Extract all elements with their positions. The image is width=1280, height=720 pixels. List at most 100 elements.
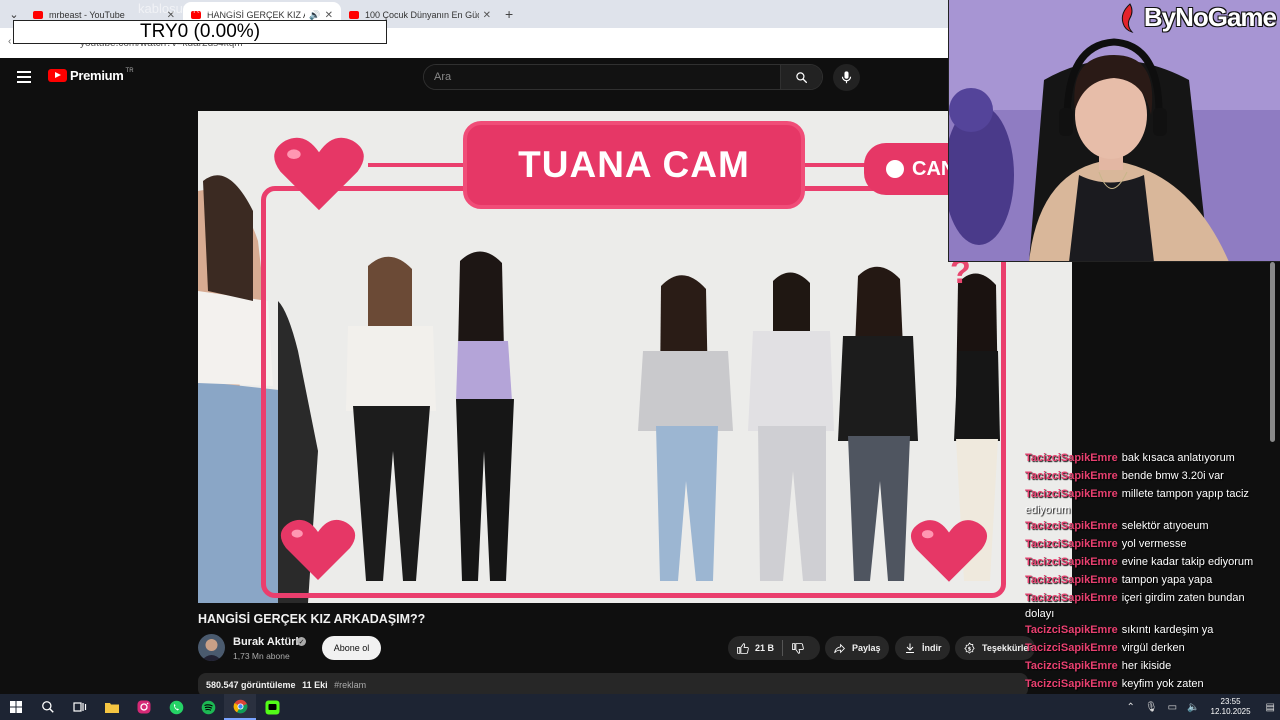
download-label: İndir — [922, 643, 942, 653]
screen: ⌄ mrbeast - YouTube ✕ HANGİSİ GERÇEK KIZ… — [0, 0, 1280, 720]
search-icon — [796, 71, 808, 83]
bynogame-brand-logo: ByNoGame — [1116, 2, 1277, 33]
channel-avatar[interactable] — [198, 634, 225, 661]
tab-close-icon[interactable]: ✕ — [483, 10, 491, 21]
youtube-logo[interactable]: Premium TR — [48, 68, 134, 83]
chat-message: TacizciSapikEmre tampon yapa yapa — [1025, 574, 1212, 586]
spotify-icon[interactable] — [192, 694, 224, 720]
chat-scrollbar[interactable] — [1270, 262, 1277, 447]
clock-time: 23:55 — [1220, 697, 1241, 706]
stream-chat: TacizciSapikEmre bak kısaca anlatıyorum Ta… — [1022, 452, 1277, 708]
chat-username[interactable]: TacizciSapikEmre — [1025, 574, 1118, 586]
youtube-header: Premium TR — [0, 58, 950, 98]
streamer-webcam: ByNoGame — [948, 0, 1280, 262]
logo-word: Premium — [70, 68, 124, 83]
channel-name[interactable]: Burak Aktürk — [233, 636, 302, 648]
chat-text: bende bmw 3.20i var — [1121, 470, 1224, 482]
volume-icon[interactable]: 🔈 — [1187, 702, 1199, 713]
file-explorer-icon[interactable] — [96, 694, 128, 720]
video-player[interactable]: TUANA CAM CAN ? — [198, 111, 1072, 603]
like-dislike-group: 21 B — [728, 636, 820, 660]
search-input[interactable] — [424, 65, 780, 89]
overlay-faint-days: 10 DAYS TO GO — [150, 46, 233, 58]
chat-username[interactable]: TacizciSapikEmre — [1025, 520, 1118, 532]
chat-message: TacizciSapikEmre millete tampon yapıp tac… — [1025, 488, 1249, 500]
chat-text: içeri girdim zaten bundan — [1121, 592, 1245, 604]
bynogame-logo-icon — [1121, 2, 1134, 33]
chat-text: evine kadar takip ediyorum — [1121, 556, 1254, 568]
chat-text: dolayı — [1025, 608, 1055, 620]
search-icon[interactable] — [32, 694, 64, 720]
logo-region: TR — [125, 67, 134, 74]
chat-username[interactable]: TacizciSapikEmre — [1025, 624, 1118, 636]
view-count: 580.547 görüntüleme — [206, 680, 296, 690]
chat-text: yol vermesse — [1121, 538, 1187, 550]
back-arrow-icon[interactable]: ‹ — [8, 36, 11, 47]
tab-close-icon[interactable]: ✕ — [325, 10, 333, 21]
overlay-kablosuz-text: kablosuz kulaklık — [138, 1, 237, 16]
chat-username[interactable]: TacizciSapikEmre — [1025, 452, 1118, 464]
video-connector-line — [804, 163, 866, 167]
chat-username[interactable]: TacizciSapikEmre — [1025, 642, 1118, 654]
subscriber-count: 1,73 Mn abone — [233, 651, 290, 661]
brand-text: ByNoGame — [1143, 2, 1277, 32]
chat-username[interactable]: TacizciSapikEmre — [1025, 538, 1118, 550]
heart-icon — [280, 519, 356, 580]
download-button[interactable]: İndir — [895, 636, 950, 660]
chat-username[interactable]: TacizciSapikEmre — [1025, 470, 1118, 482]
system-clock[interactable]: 23:55 12.10.2025 — [1211, 697, 1251, 717]
youtube-play-icon — [48, 69, 67, 82]
share-icon — [834, 643, 845, 653]
chat-text: her ikiside — [1121, 660, 1172, 672]
tab-title: 100 Çocuk Dünyanın En Güçlü — [365, 10, 479, 20]
scrollbar-thumb[interactable] — [1270, 262, 1275, 442]
instagram-icon[interactable] — [128, 694, 160, 720]
chat-username[interactable]: TacizciSapikEmre — [1025, 556, 1118, 568]
chrome-icon[interactable] — [224, 694, 256, 720]
microphone-tray-icon[interactable]: 🎙 — [1145, 702, 1158, 713]
video-title: HANGİSİ GERÇEK KIZ ARKADAŞIM?? — [198, 612, 426, 626]
dislike-button[interactable] — [791, 642, 810, 655]
share-button[interactable]: Paylaş — [825, 636, 889, 660]
chat-text: tampon yapa yapa — [1121, 574, 1213, 586]
chat-message: TacizciSapikEmre keyfim yok zaten — [1025, 678, 1204, 690]
webcam-image — [949, 0, 1280, 261]
chat-username[interactable]: TacizciSapikEmre — [1025, 488, 1118, 500]
video-pink-frame — [261, 186, 1006, 598]
tab-audio-icon[interactable]: 🔊 — [309, 10, 320, 21]
search-button[interactable] — [780, 65, 822, 89]
like-count: 21 B — [755, 643, 775, 653]
chat-message: ediyorum — [1025, 504, 1070, 516]
chat-message: TacizciSapikEmre yol vermesse — [1025, 538, 1187, 550]
chat-username[interactable]: TacizciSapikEmre — [1025, 592, 1118, 604]
system-tray: ⌃ 🎙 ▭ 🔈 23:55 12.10.2025 ▤ — [1122, 694, 1280, 720]
like-button[interactable]: 21 B — [736, 642, 774, 655]
chat-message: TacizciSapikEmre içeri girdim zaten bunda… — [1025, 592, 1245, 604]
subscribe-button[interactable]: Abone ol — [322, 636, 381, 660]
new-tab-plus-icon[interactable]: + — [505, 6, 513, 22]
task-view-icon[interactable] — [64, 694, 96, 720]
chat-username[interactable]: TacizciSapikEmre — [1025, 678, 1118, 690]
menu-icon[interactable] — [17, 71, 31, 83]
youtube-favicon-icon — [33, 11, 43, 19]
chat-message: TacizciSapikEmre sıkıntı kardeşim ya — [1025, 624, 1213, 636]
share-label: Paylaş — [852, 643, 881, 653]
super-thanks-icon: $ — [964, 641, 975, 654]
heart-icon — [274, 137, 364, 211]
video-connector-line — [368, 163, 466, 167]
chat-text: selektör atıyoeum — [1121, 520, 1209, 532]
voice-search-button[interactable] — [833, 64, 860, 91]
chat-text: millete tampon yapıp taciz — [1121, 488, 1249, 500]
network-icon[interactable]: ▭ — [1168, 702, 1177, 713]
notification-icon[interactable]: ▤ — [1266, 702, 1275, 713]
download-icon — [906, 643, 914, 653]
chat-message: TacizciSapikEmre selektör atıyoeum — [1025, 520, 1209, 532]
chat-username[interactable]: TacizciSapikEmre — [1025, 660, 1118, 672]
windows-start-icon[interactable] — [0, 694, 32, 720]
clock-date: 12.10.2025 — [1210, 707, 1251, 716]
hashtag-link[interactable]: #reklam — [334, 680, 366, 690]
streaming-app-icon[interactable] — [256, 694, 288, 720]
heart-icon — [910, 520, 988, 582]
whatsapp-icon[interactable] — [160, 694, 192, 720]
tray-chevron-icon[interactable]: ⌃ — [1127, 702, 1135, 713]
